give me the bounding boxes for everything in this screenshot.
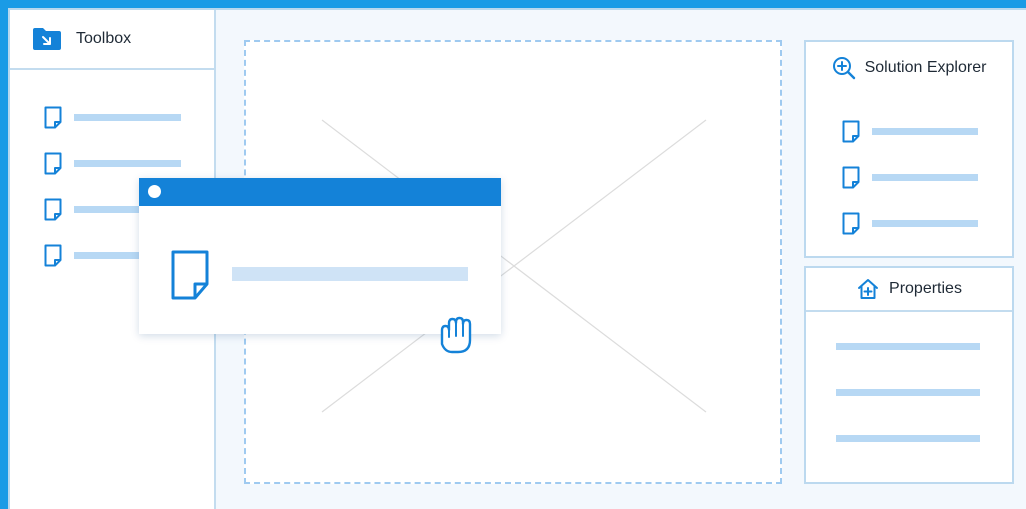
drag-window-titlebar[interactable] [139, 178, 501, 206]
solution-explorer-header: Solution Explorer [806, 42, 1012, 94]
property-placeholder[interactable] [836, 343, 980, 350]
dragged-component-window[interactable] [139, 178, 501, 354]
document-icon [44, 244, 62, 267]
properties-list [836, 343, 980, 481]
document-icon [171, 250, 209, 300]
solution-explorer-panel: Solution Explorer [804, 40, 1014, 258]
solution-item[interactable] [842, 154, 978, 200]
solution-explorer-list [842, 108, 978, 246]
app-window: Toolbox Solution Explorer Properties [8, 8, 1026, 509]
document-icon [842, 212, 860, 235]
solution-explorer-title: Solution Explorer [864, 59, 987, 76]
solution-item-placeholder [872, 219, 978, 227]
document-icon [44, 198, 62, 221]
property-placeholder[interactable] [836, 389, 980, 396]
toolbox-title: Toolbox [76, 30, 132, 47]
property-placeholder[interactable] [836, 435, 980, 442]
component-placeholder [232, 267, 468, 281]
window-dot-icon [148, 185, 161, 198]
folder-arrow-icon [32, 27, 62, 51]
document-icon [44, 152, 62, 175]
solution-item[interactable] [842, 200, 978, 246]
grab-hand-cursor-icon [434, 310, 478, 356]
solution-item-placeholder [872, 127, 978, 135]
properties-panel: Properties [804, 266, 1014, 484]
toolbox-header: Toolbox [10, 10, 214, 70]
solution-item[interactable] [842, 108, 978, 154]
document-icon [44, 106, 62, 129]
zoom-in-icon[interactable] [832, 56, 856, 80]
properties-title: Properties [889, 280, 962, 297]
document-icon [842, 120, 860, 143]
toolbox-item[interactable] [44, 94, 181, 140]
document-icon [842, 166, 860, 189]
properties-header: Properties [806, 268, 1012, 312]
home-plus-icon[interactable] [856, 277, 880, 301]
solution-item-placeholder [872, 173, 978, 181]
toolbox-item-placeholder [74, 159, 181, 167]
toolbox-item-placeholder [74, 113, 181, 121]
